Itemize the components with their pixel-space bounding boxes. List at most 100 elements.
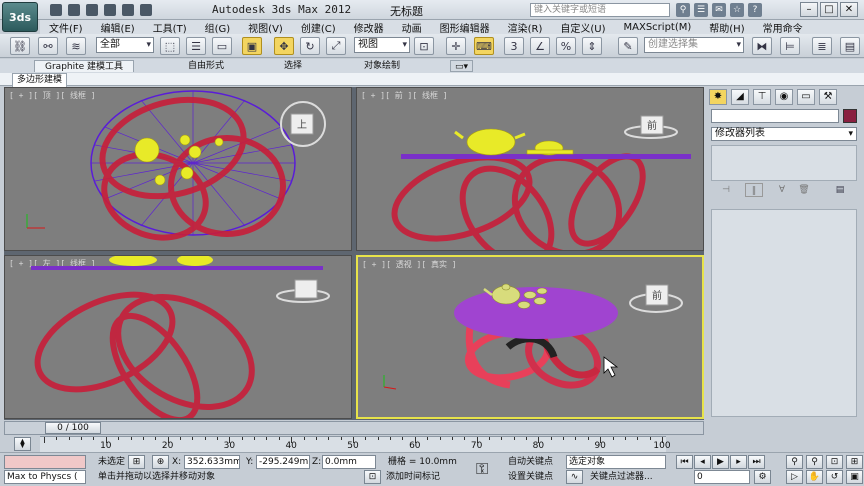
graphite-toggle-icon[interactable]: ▤ (840, 37, 860, 55)
previous-frame-icon[interactable]: ◂ (694, 455, 711, 469)
tab-freeform[interactable]: 自由形式 (178, 60, 234, 72)
align-icon[interactable]: ⊨ (780, 37, 800, 55)
time-tag-icon[interactable]: ⊡ (364, 470, 381, 484)
next-frame-icon[interactable]: ▸ (730, 455, 747, 469)
menu-edit[interactable]: 编辑(E) (92, 20, 144, 35)
ribbon-options-dropdown[interactable]: ▭▾ (450, 60, 474, 72)
favorites-icon[interactable]: ☆ (730, 3, 744, 17)
zoom-extents-all-icon[interactable]: ⊞ (846, 455, 863, 469)
menu-common-commands[interactable]: 常用命令 (754, 20, 812, 35)
create-tab-icon[interactable]: ✸ (709, 89, 727, 105)
key-mode-dropdown[interactable]: 选定对象 (566, 455, 666, 469)
add-time-tag[interactable]: 添加时间标记 (386, 470, 440, 484)
undo-icon[interactable] (104, 4, 116, 16)
redo-icon[interactable] (122, 4, 134, 16)
select-by-name-icon[interactable]: ☰ (186, 37, 206, 55)
menu-create[interactable]: 创建(C) (292, 20, 345, 35)
menu-graph-editors[interactable]: 图形编辑器 (431, 20, 499, 35)
minimize-button[interactable]: – (800, 2, 818, 17)
zoom-extents-icon[interactable]: ⊡ (826, 455, 843, 469)
edit-named-selection-icon[interactable]: ✎ (618, 37, 638, 55)
menu-views[interactable]: 视图(V) (239, 20, 292, 35)
menu-file[interactable]: 文件(F) (40, 20, 92, 35)
keyboard-shortcut-override-icon[interactable]: ⌨ (474, 37, 494, 55)
viewcube-left[interactable] (276, 279, 330, 303)
tab-selection[interactable]: 选择 (274, 60, 312, 72)
maxscript-listener-pink[interactable] (4, 455, 86, 469)
select-manipulate-icon[interactable]: ✛ (446, 37, 466, 55)
project-folder-icon[interactable] (140, 4, 152, 16)
play-icon[interactable]: ▶ (712, 455, 729, 469)
application-menu-button[interactable]: 3ds (2, 2, 38, 32)
menu-help[interactable]: 帮助(H) (700, 20, 753, 35)
search-input[interactable]: 键入关键字或短语 (530, 3, 670, 17)
mirror-icon[interactable]: ⧓ (752, 37, 772, 55)
show-end-result-icon[interactable]: ‖ (745, 183, 763, 197)
select-and-move-icon[interactable]: ✥ (274, 37, 294, 55)
field-of-view-icon[interactable]: ▷ (786, 470, 803, 484)
unlink-icon[interactable]: ⚯ (38, 37, 58, 55)
time-slider-knob[interactable]: 0 / 100 (45, 422, 101, 434)
pivot-center-icon[interactable]: ⊡ (414, 37, 434, 55)
selection-lock-icon[interactable]: ⊞ (128, 455, 145, 469)
menu-maxscript[interactable]: MAXScript(M) (615, 22, 701, 33)
menu-rendering[interactable]: 渲染(R) (499, 20, 552, 35)
go-to-start-icon[interactable]: ⏮ (676, 455, 693, 469)
percent-snap-icon[interactable]: % (556, 37, 576, 55)
menu-animation[interactable]: 动画 (393, 20, 431, 35)
x-coordinate-field[interactable]: 352.633mm (184, 455, 240, 469)
viewcube-front[interactable]: 前 (624, 115, 678, 139)
subscription-icon[interactable]: ☰ (694, 3, 708, 17)
select-link-icon[interactable]: ⛓ (10, 37, 30, 55)
named-selection-dropdown[interactable]: 创建选择集 (644, 37, 744, 53)
current-frame-field[interactable]: 0 (694, 470, 750, 484)
select-and-scale-icon[interactable]: ⤢ (326, 37, 346, 55)
hierarchy-tab-icon[interactable]: ⊤ (753, 89, 771, 105)
search-icon[interactable]: ⚲ (676, 3, 690, 17)
maximize-viewport-icon[interactable]: ▣ (846, 470, 863, 484)
viewport-top[interactable]: [ + ][ 顶 ][ 线框 ] 上 (4, 87, 352, 251)
object-color-swatch[interactable] (843, 109, 857, 123)
go-to-end-icon[interactable]: ⏭ (748, 455, 765, 469)
time-configuration-icon[interactable]: ⚙ (754, 470, 771, 484)
zoom-icon[interactable]: ⚲ (786, 455, 803, 469)
pan-view-icon[interactable]: ✋ (806, 470, 823, 484)
display-tab-icon[interactable]: ▭ (797, 89, 815, 105)
time-slider[interactable]: 0 / 100 (4, 421, 704, 435)
viewport-perspective[interactable]: [ + ][ 透视 ][ 真实 ] 前 (356, 255, 704, 419)
modify-tab-icon[interactable]: ◢ (731, 89, 749, 105)
maximize-button[interactable]: □ (820, 2, 838, 17)
tab-object-paint[interactable]: 对象绘制 (354, 60, 410, 72)
viewcube-top[interactable]: 上 (280, 101, 326, 147)
viewport-front[interactable]: [ + ][ 前 ][ 线框 ] 前 (356, 87, 704, 251)
object-name-field[interactable] (711, 109, 839, 123)
select-and-rotate-icon[interactable]: ↻ (300, 37, 320, 55)
snaps-toggle-icon[interactable]: 3 (504, 37, 524, 55)
maxscript-mini-listener[interactable]: Max to Physcs ( (4, 470, 86, 484)
make-unique-icon[interactable]: ∀ (773, 183, 791, 197)
auto-key-button[interactable]: 自动关键点 (508, 455, 553, 469)
layer-manager-icon[interactable]: ≣ (812, 37, 832, 55)
angle-snap-icon[interactable]: ∠ (530, 37, 550, 55)
frame-ruler[interactable]: 10 20 30 40 50 60 70 80 90 100 (40, 436, 671, 452)
modifier-stack[interactable] (711, 145, 857, 181)
menu-modifiers[interactable]: 修改器 (345, 20, 393, 35)
remove-modifier-icon[interactable]: 🗑 (795, 183, 813, 197)
window-crossing-icon[interactable]: ▣ (242, 37, 262, 55)
menu-customize[interactable]: 自定义(U) (551, 20, 614, 35)
bind-space-warp-icon[interactable]: ≋ (66, 37, 86, 55)
tab-graphite-modeling[interactable]: Graphite 建模工具 (34, 60, 135, 72)
orbit-icon[interactable]: ↺ (826, 470, 843, 484)
selection-region-icon[interactable]: ▭ (212, 37, 232, 55)
close-button[interactable]: ✕ (840, 2, 858, 17)
configure-modifier-sets-icon[interactable]: ▤ (831, 183, 849, 197)
z-coordinate-field[interactable]: 0.0mm (322, 455, 376, 469)
motion-tab-icon[interactable]: ◉ (775, 89, 793, 105)
open-file-icon[interactable] (68, 4, 80, 16)
y-coordinate-field[interactable]: -295.249m (256, 455, 310, 469)
menu-group[interactable]: 组(G) (196, 20, 240, 35)
set-key-icon[interactable]: ⚿ (476, 459, 488, 479)
key-curve-icon[interactable]: ∿ (566, 470, 583, 484)
mini-curve-editor-icon[interactable]: ⧫ (14, 437, 31, 451)
viewcube-perspective[interactable]: 前 (629, 284, 683, 313)
